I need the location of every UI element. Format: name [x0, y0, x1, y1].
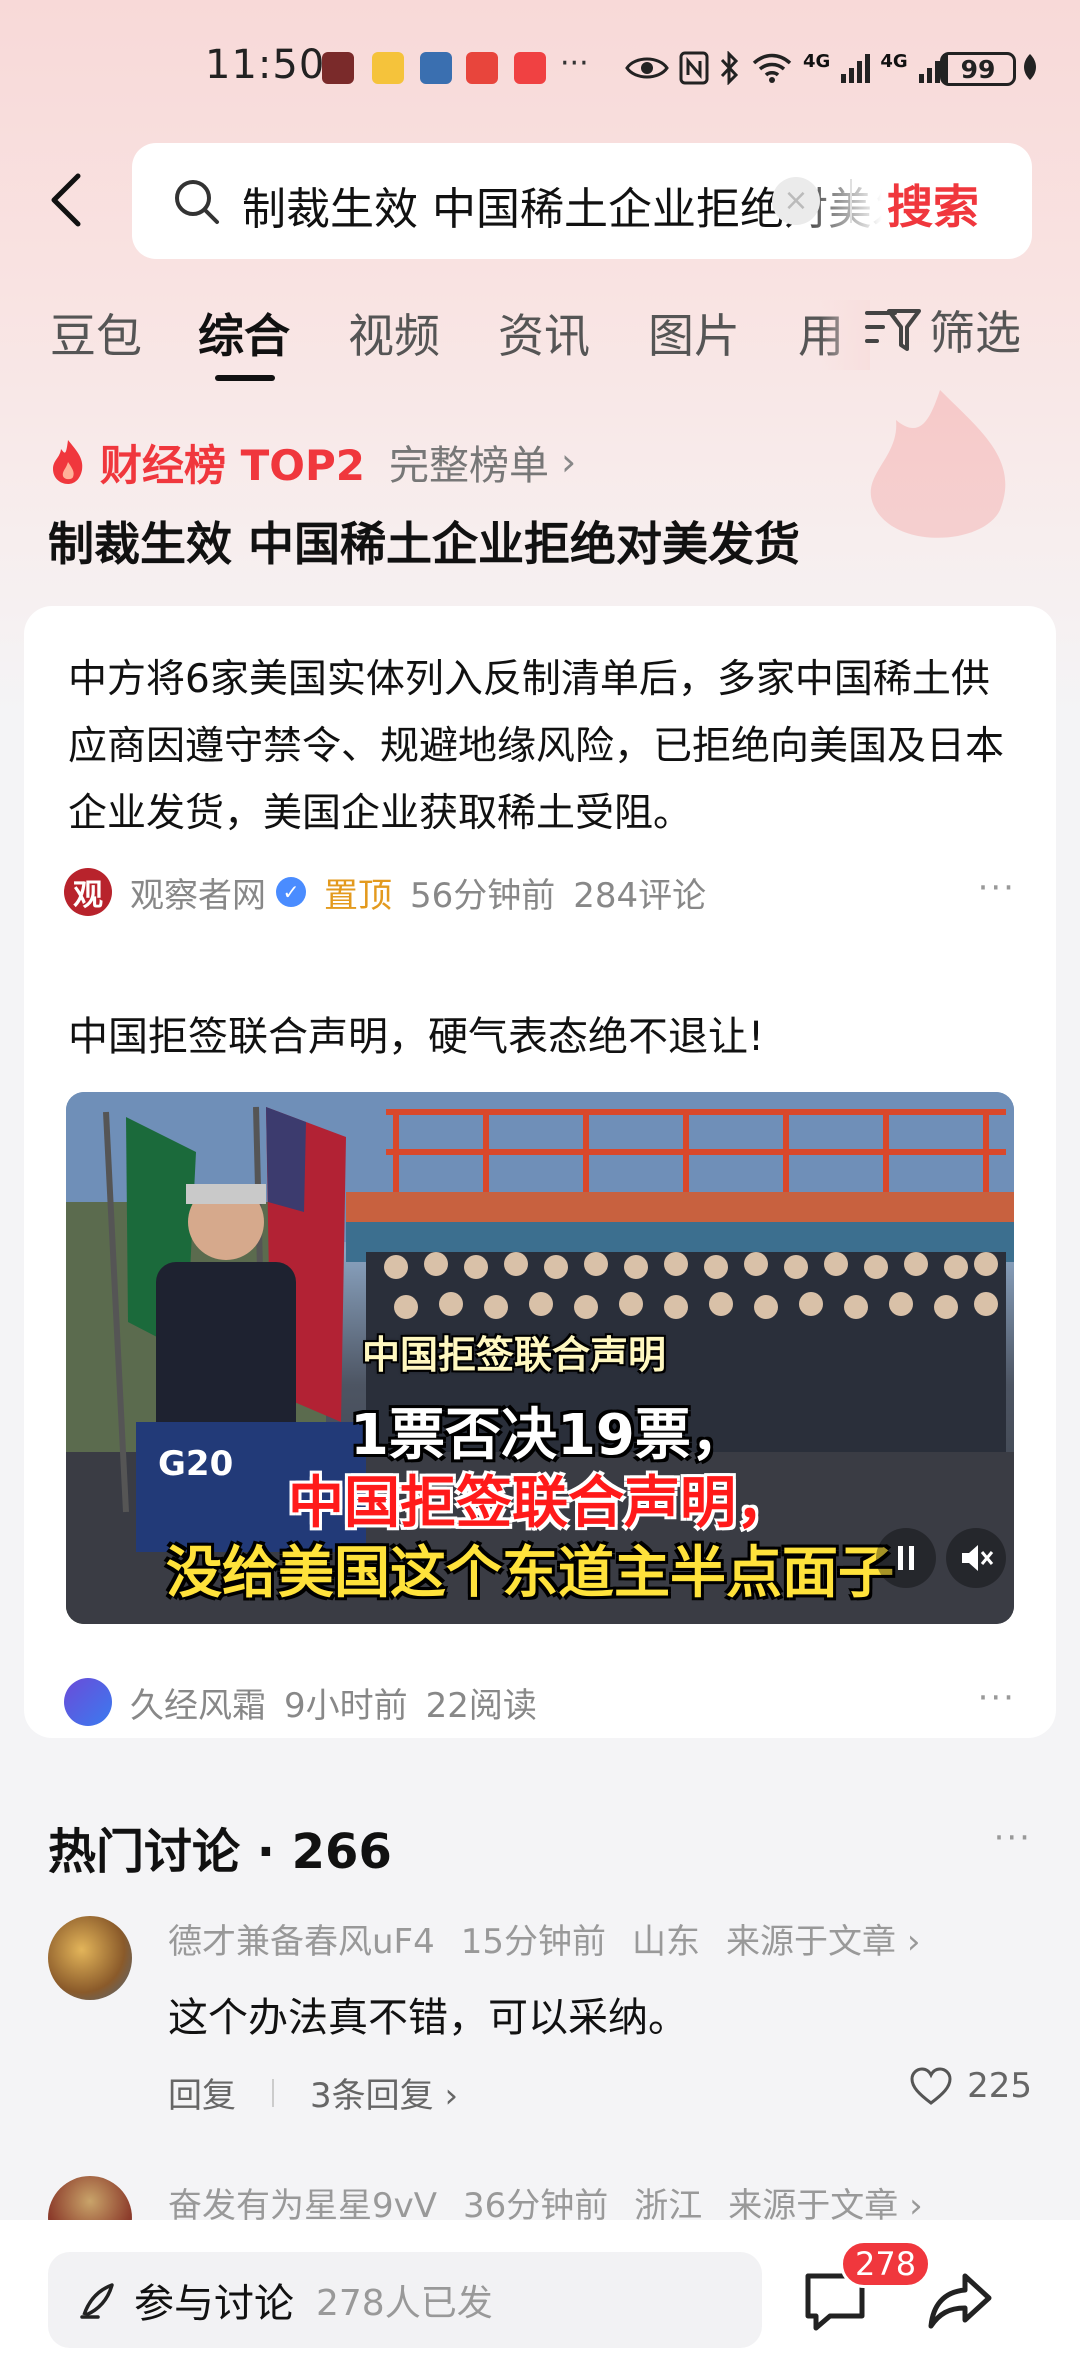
- filter-icon: [865, 309, 921, 351]
- toutiao-notification-icon: [514, 52, 546, 84]
- eye-icon: [625, 57, 669, 79]
- battery-indicator: 99: [940, 52, 1016, 86]
- comment-user[interactable]: 德才兼备春风uF4: [168, 1922, 435, 1962]
- tab-bar: 豆包 综合 视频 资讯 图片 用 筛选: [0, 300, 1080, 390]
- signal-icon: [841, 54, 871, 83]
- app-notification-icon: [322, 52, 354, 84]
- nfc-icon: [679, 51, 709, 85]
- flame-icon: [53, 440, 83, 484]
- power-saving-icon: [1024, 54, 1036, 80]
- comment-meta: 德才兼备春风uF4 15分钟前 山东 来源于文章 ›: [168, 1914, 946, 1963]
- bottom-bar: 参与讨论 278人已发 278: [0, 2220, 1080, 2376]
- article-meta: 观 观察者网 ✓ 置顶 56分钟前 284评论: [64, 864, 724, 920]
- tab-images[interactable]: 图片: [648, 300, 740, 366]
- discussion-title: 热门讨论 · 266: [48, 1824, 392, 1880]
- article-more-button[interactable]: ···: [978, 868, 1016, 908]
- mute-icon: [962, 1545, 994, 1571]
- video-player[interactable]: 中国拒签联合声明 G20 1票否决19票， 中国拒签联合声明， 没给美国这个东道…: [66, 1092, 1014, 1624]
- tab-doubao[interactable]: 豆包: [50, 300, 142, 366]
- view-replies-button[interactable]: 3条回复 ›: [310, 2068, 458, 2117]
- join-discussion-label: 参与讨论: [134, 2281, 294, 2327]
- results-card: 中方将6家美国实体列入反制清单后，多家中国稀土供应商因遵守禁令、规避地缘风险，已…: [24, 606, 1056, 1738]
- join-count: 278人已发: [316, 2283, 493, 2324]
- article-time: 56分钟前: [410, 875, 556, 916]
- discussion-more-button[interactable]: ···: [994, 1818, 1032, 1858]
- search-icon: [175, 180, 219, 224]
- video-caption-line1: 中国拒签联合声明: [362, 1333, 667, 1377]
- video-title[interactable]: 中国拒签联合声明，硬气表态绝不退让!: [68, 1004, 764, 1062]
- pause-icon: [898, 1546, 914, 1570]
- comment-count-badge: 278: [840, 2240, 932, 2288]
- status-time: 11:50: [205, 42, 326, 88]
- article-comments: 284评论: [573, 875, 707, 916]
- video-reads: 22阅读: [425, 1685, 537, 1726]
- comment-time: 15分钟前: [460, 1922, 607, 1962]
- search-submit-button[interactable]: 搜索: [887, 171, 979, 237]
- video-meta: 久经风霜 9小时前 22阅读: [64, 1674, 555, 1730]
- tab-comprehensive[interactable]: 综合: [198, 300, 290, 366]
- filter-button[interactable]: 筛选: [865, 300, 1021, 360]
- video-more-button[interactable]: ···: [978, 1678, 1016, 1718]
- source-logo: 观: [64, 868, 112, 916]
- comment-avatar[interactable]: [48, 1916, 132, 2000]
- clear-search-button[interactable]: ×: [772, 177, 820, 225]
- video-caption-line4: 没给美国这个东道主半点面子: [166, 1541, 894, 1606]
- tab-fade: [820, 300, 870, 370]
- filter-label: 筛选: [929, 306, 1021, 360]
- author-avatar[interactable]: [64, 1678, 112, 1726]
- page: 11:50 ··· 4G 4G 99 制裁生效 中国稀土企业拒绝对美发货 ×: [0, 0, 1080, 2376]
- video-time: 9小时前: [284, 1685, 408, 1726]
- more-notifications-icon: ···: [560, 46, 589, 81]
- wifi-icon: [752, 53, 792, 83]
- status-bar: 11:50 ··· 4G 4G 99: [0, 0, 1080, 140]
- hot-rank-label: 财经榜 TOP2: [100, 440, 365, 490]
- status-icons: 4G 4G: [625, 48, 948, 88]
- chevron-right-icon: ›: [560, 440, 577, 484]
- pause-button[interactable]: [876, 1528, 936, 1588]
- reply-button[interactable]: 回复: [168, 2068, 236, 2117]
- network-4g-label: 4G: [880, 50, 908, 72]
- tab-news[interactable]: 资讯: [498, 300, 590, 366]
- article-summary[interactable]: 中方将6家美国实体列入反制清单后，多家中国稀土供应商因遵守禁令、规避地缘风险，已…: [68, 646, 1028, 847]
- comment-text[interactable]: 这个办法真不错，可以采纳。: [168, 1985, 688, 2043]
- full-list-link[interactable]: 完整榜单: [389, 433, 549, 491]
- divider: [272, 2078, 274, 2107]
- hot-rank-row[interactable]: 财经榜 TOP2 完整榜单 ›: [48, 432, 576, 492]
- app-notification-icon: [466, 52, 498, 84]
- video-caption-line3: 中国拒签联合声明，: [288, 1471, 792, 1536]
- source-name[interactable]: 观察者网: [130, 868, 266, 917]
- comment-source-link[interactable]: 来源于文章 ›: [726, 1922, 920, 1962]
- like-count: 225: [967, 2066, 1032, 2106]
- podium-logo: G20: [158, 1444, 234, 1484]
- comment-actions: 回复 3条回复 ›: [168, 2068, 458, 2117]
- network-4g-label: 4G: [803, 50, 831, 72]
- bluetooth-icon: [720, 51, 739, 85]
- pen-icon: [80, 2283, 114, 2319]
- back-button[interactable]: [44, 170, 88, 230]
- mute-button[interactable]: [946, 1528, 1006, 1588]
- flame-decoration-icon: [870, 390, 1006, 538]
- heart-icon: [910, 2067, 952, 2105]
- active-tab-indicator: [215, 375, 275, 381]
- weibo-notification-icon: [372, 52, 404, 84]
- share-icon[interactable]: [925, 2268, 995, 2334]
- pinned-badge: 置顶: [324, 875, 392, 916]
- message-notification-icon: [420, 52, 452, 84]
- join-discussion-input[interactable]: 参与讨论 278人已发: [48, 2252, 762, 2348]
- video-author[interactable]: 久经风霜: [130, 1678, 266, 1727]
- like-button[interactable]: 225: [909, 2066, 1032, 2106]
- verified-icon: ✓: [276, 877, 306, 907]
- topic-title: 制裁生效 中国稀土企业拒绝对美发货: [48, 517, 801, 571]
- tab-video[interactable]: 视频: [348, 300, 440, 366]
- search-divider: [850, 179, 852, 223]
- comment-region: 山东: [632, 1922, 701, 1962]
- search-box[interactable]: 制裁生效 中国稀土企业拒绝对美发货 × 搜索: [132, 143, 1032, 259]
